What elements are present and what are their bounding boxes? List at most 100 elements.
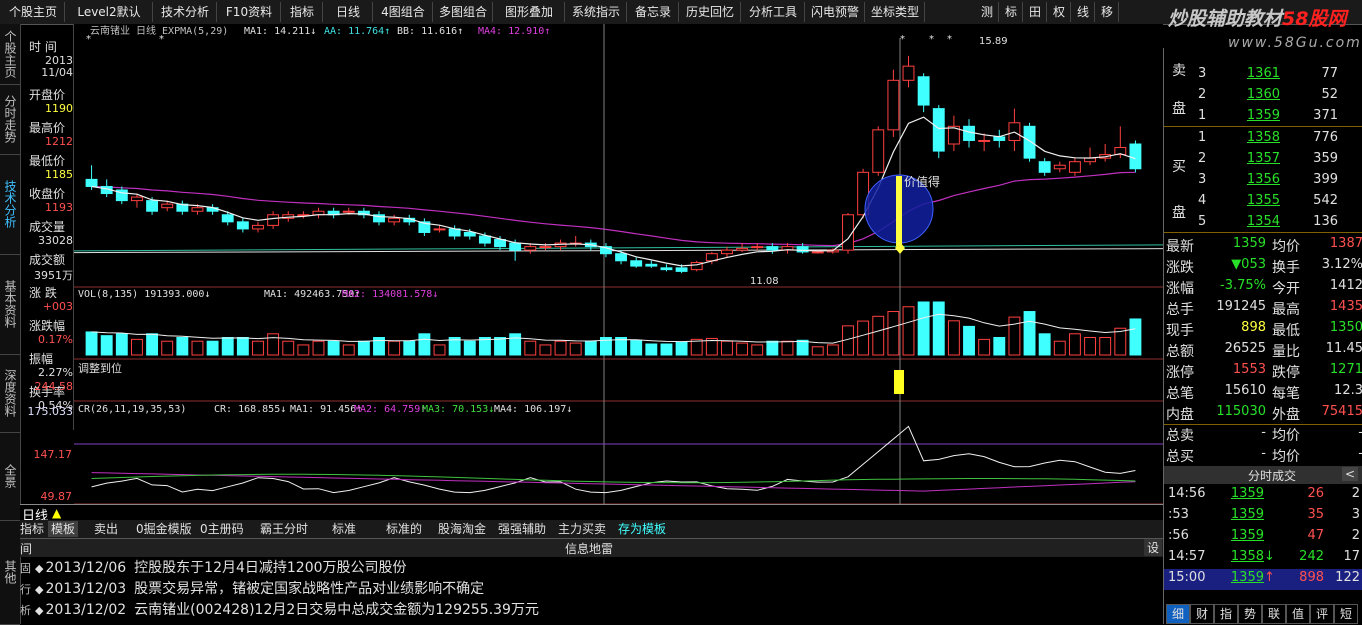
volume-bar: [630, 339, 643, 356]
news-header-left[interactable]: 间: [20, 540, 32, 557]
kline-chart[interactable]: 云南锗业 日线 EXPMA(5,29) MA1: 14.211↓ AA: 11.76…: [74, 24, 1163, 504]
event-marker-icon[interactable]: *: [947, 34, 952, 45]
stat-value: 1271: [1329, 362, 1362, 377]
indicator-tab[interactable]: 指标: [20, 521, 44, 537]
top-toolbar: 个股主页 Level2默认 技术分析 F10资料 指标 日线 4图组合 多图组合 图形叠加 系统指…: [0, 0, 1362, 30]
bottom-tab[interactable]: 短: [1334, 604, 1358, 624]
toolbar-icon-button[interactable]: 权: [1048, 2, 1071, 22]
main-chart-legend: AA: 11.764↑: [324, 26, 390, 37]
indicator-tab[interactable]: 模板: [48, 521, 79, 537]
book-price[interactable]: 1359: [1216, 108, 1280, 123]
stat-label: 量比: [1272, 344, 1300, 360]
news-settings-button[interactable]: 设: [1144, 539, 1163, 556]
ticks-expand-icon[interactable]: <: [1342, 467, 1359, 481]
volume-bar: [736, 342, 749, 356]
left-nav-tab[interactable]: 个股主页: [0, 24, 20, 85]
toolbar-button[interactable]: 闪电预警: [806, 2, 865, 22]
indicator-tab[interactable]: 主力买卖: [558, 521, 606, 537]
bottom-tab[interactable]: 势: [1238, 604, 1262, 624]
toolbar-icon-button[interactable]: 线: [1072, 2, 1095, 22]
bottom-tab[interactable]: 指: [1214, 604, 1238, 624]
toolbar-button[interactable]: Level2默认: [66, 2, 153, 22]
toolbar-icon-button[interactable]: 田: [1024, 2, 1047, 22]
toolbar-icon-button[interactable]: 移: [1096, 2, 1119, 22]
toolbar-button[interactable]: 多图组合: [434, 2, 493, 22]
book-price[interactable]: 1356: [1216, 172, 1280, 187]
left-nav-tab[interactable]: 其他: [0, 520, 20, 625]
toolbar-button[interactable]: 4图组合: [374, 2, 433, 22]
event-marker-icon[interactable]: *: [900, 34, 905, 45]
candle: [917, 76, 930, 106]
event-marker-icon[interactable]: *: [86, 34, 91, 45]
cr-legend: MA1: 91.456↑: [290, 404, 362, 415]
book-price[interactable]: 1358: [1216, 130, 1280, 145]
indicator-tab[interactable]: 存为模板: [618, 521, 666, 537]
candle: [1084, 157, 1096, 163]
toolbar-icon-button[interactable]: 测: [976, 2, 999, 22]
bottom-tab[interactable]: 细: [1166, 604, 1190, 624]
toolbar-button[interactable]: 备忘录: [628, 2, 679, 22]
toolbar-button[interactable]: 技术分析: [154, 2, 217, 22]
indicator-tab[interactable]: 强强辅助: [498, 521, 546, 537]
bottom-tab[interactable]: 值: [1286, 604, 1310, 624]
stat-label: 最新: [1166, 239, 1194, 255]
bottom-tab[interactable]: 评: [1310, 604, 1334, 624]
event-marker-icon[interactable]: *: [929, 34, 934, 45]
news-item[interactable]: 固 ◆ 2013/12/06 控股股东于12月4日减持1200万股公司股份: [20, 558, 407, 578]
news-tag: 固: [20, 562, 31, 575]
bottom-tab[interactable]: 财: [1190, 604, 1214, 624]
stat-label: 总额: [1166, 344, 1194, 360]
indicator-tab[interactable]: 0掘金模版: [136, 521, 192, 537]
stat-label: 总买: [1166, 449, 1194, 465]
volume-bar: [902, 306, 915, 356]
event-marker-icon[interactable]: *: [159, 34, 164, 45]
volume-bar: [161, 340, 174, 356]
toolbar-button[interactable]: 个股主页: [2, 2, 65, 22]
volume-bar: [1099, 337, 1112, 356]
indicator-tab[interactable]: 霸王分时: [260, 521, 308, 537]
period-arrow-icon[interactable]: ▲: [52, 506, 61, 520]
annotation-text: 价值得: [904, 174, 940, 189]
volume-bar: [524, 340, 537, 356]
toolbar-button[interactable]: 坐标类型: [866, 2, 925, 22]
candle: [509, 242, 522, 251]
toolbar-button[interactable]: F10资料: [218, 2, 281, 22]
toolbar-button[interactable]: 历史回忆: [680, 2, 741, 22]
indicator-tab[interactable]: 0主册码: [200, 521, 244, 537]
indicator-tab[interactable]: 股海淘金: [438, 521, 486, 537]
indicator-tab[interactable]: 卖出: [94, 521, 118, 537]
candle: [751, 246, 764, 249]
book-level: 1: [1198, 130, 1207, 145]
candle: [766, 246, 779, 251]
stat-label: 涨跌: [1166, 260, 1194, 276]
left-nav-tab[interactable]: 全景: [0, 432, 20, 521]
candle: [342, 210, 355, 213]
volume-bar: [282, 340, 295, 356]
toolbar-button[interactable]: 系统指示: [566, 2, 627, 22]
candle: [539, 246, 552, 249]
toolbar-button[interactable]: 图形叠加: [494, 2, 565, 22]
toolbar-button[interactable]: 日线: [324, 2, 373, 22]
left-nav-tab[interactable]: 技术分析: [0, 154, 20, 255]
book-price[interactable]: 1357: [1216, 151, 1280, 166]
bottom-tab[interactable]: 联: [1262, 604, 1286, 624]
volume-bar: [342, 344, 355, 356]
indicator-tab[interactable]: 标准: [332, 521, 356, 537]
toolbar-button[interactable]: 分析工具: [742, 2, 805, 22]
indicator-tab[interactable]: 标准的: [386, 521, 422, 537]
volume-bar: [297, 344, 310, 356]
news-item[interactable]: 析 ◆ 2013/12/02 云南锗业(002428)12月2日交易中总成交金额为12…: [20, 600, 539, 620]
info-value: 1193: [45, 201, 73, 214]
book-price[interactable]: 1354: [1216, 214, 1280, 229]
toolbar-button[interactable]: 指标: [282, 2, 323, 22]
news-item[interactable]: 行 ◆ 2013/12/03 股票交易异常，锗被定国家战略性产品对业绩影响不确定: [20, 579, 484, 599]
book-price[interactable]: 1355: [1216, 193, 1280, 208]
left-nav-tab[interactable]: 深度资料: [0, 354, 20, 433]
book-price[interactable]: 1360: [1216, 87, 1280, 102]
book-price[interactable]: 1361: [1216, 66, 1280, 81]
left-nav-tab[interactable]: 基本资料: [0, 254, 20, 355]
left-nav-tab[interactable]: 分时走势: [0, 84, 20, 155]
stat-label: 换手: [1272, 260, 1300, 276]
toolbar-icon-button[interactable]: 标: [1000, 2, 1023, 22]
candle: [736, 247, 749, 251]
